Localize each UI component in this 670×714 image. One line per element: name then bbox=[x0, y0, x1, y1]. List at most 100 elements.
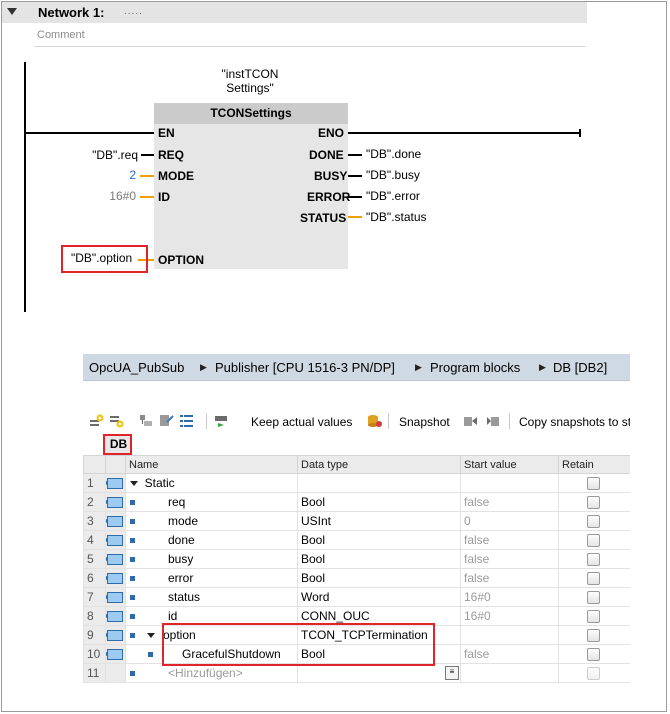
table-row[interactable]: 7 status Word 16#0 bbox=[83, 587, 630, 607]
breadcrumb-program-blocks[interactable]: Program blocks bbox=[430, 360, 520, 375]
param-mode[interactable]: 2 bbox=[60, 168, 136, 182]
instance-db-name[interactable]: "instTCON Settings" bbox=[200, 67, 300, 95]
pin-mode[interactable]: MODE bbox=[158, 169, 194, 183]
retain-checkbox[interactable] bbox=[587, 629, 600, 643]
network-title-placeholder[interactable]: ..... bbox=[124, 6, 143, 17]
retain-checkbox[interactable] bbox=[587, 648, 600, 662]
row-name[interactable]: done bbox=[168, 533, 195, 547]
row-data-type[interactable]: Word bbox=[297, 587, 461, 607]
type-picker-icon[interactable]: ≡ bbox=[445, 666, 459, 680]
retain-checkbox[interactable] bbox=[587, 610, 600, 624]
header-row-number bbox=[83, 455, 106, 474]
keep-actual-values-button[interactable]: Keep actual values bbox=[251, 415, 352, 429]
monitor-glasses-icon[interactable] bbox=[214, 414, 229, 428]
list-view-icon[interactable] bbox=[179, 414, 194, 428]
param-id[interactable]: 16#0 bbox=[60, 189, 136, 203]
comment-placeholder: Comment bbox=[37, 29, 85, 41]
toolbar-separator bbox=[388, 413, 389, 429]
row-start-value[interactable] bbox=[460, 663, 559, 683]
row-start-value[interactable]: false bbox=[460, 549, 559, 569]
pin-req[interactable]: REQ bbox=[158, 148, 184, 162]
row-name[interactable]: Static bbox=[145, 476, 175, 490]
pin-eno[interactable]: ENO bbox=[318, 126, 344, 140]
row-start-value[interactable]: false bbox=[460, 492, 559, 512]
column-header-retain[interactable]: Retain bbox=[558, 455, 630, 474]
copy-snapshots-button[interactable]: Copy snapshots to st bbox=[519, 415, 630, 429]
row-name[interactable]: busy bbox=[168, 552, 193, 566]
network-comment[interactable]: Comment bbox=[34, 27, 586, 47]
collapse-arrow-icon[interactable] bbox=[130, 481, 138, 487]
row-start-value[interactable]: 16#0 bbox=[460, 587, 559, 607]
row-start-value[interactable] bbox=[460, 473, 559, 493]
param-status[interactable]: "DB".status bbox=[366, 210, 427, 224]
table-row[interactable]: 6 error Bool false bbox=[83, 568, 630, 588]
column-header-name[interactable]: Name bbox=[125, 455, 298, 474]
row-name[interactable]: id bbox=[168, 609, 177, 623]
pin-done[interactable]: DONE bbox=[309, 148, 344, 162]
network-header[interactable]: Network 1: ..... bbox=[2, 2, 587, 23]
pin-en[interactable]: EN bbox=[158, 126, 175, 140]
retain-checkbox[interactable] bbox=[587, 477, 600, 491]
table-row[interactable]: 2 req Bool false bbox=[83, 492, 630, 512]
row-start-value[interactable]: false bbox=[460, 644, 559, 664]
collapse-all-icon[interactable] bbox=[159, 414, 174, 428]
row-start-value[interactable]: 16#0 bbox=[460, 606, 559, 626]
retain-checkbox[interactable] bbox=[587, 534, 600, 548]
insert-row-icon[interactable] bbox=[89, 414, 104, 428]
pin-error[interactable]: ERROR bbox=[307, 190, 350, 204]
row-start-value[interactable]: false bbox=[460, 568, 559, 588]
column-header-start-value[interactable]: Start value bbox=[460, 455, 559, 474]
collapse-arrow-icon[interactable] bbox=[147, 633, 155, 639]
row-data-type[interactable]: ≡ bbox=[297, 663, 461, 683]
param-busy[interactable]: "DB".busy bbox=[366, 168, 420, 182]
row-marker-icon bbox=[130, 538, 135, 544]
breadcrumb-device[interactable]: Publisher [CPU 1516-3 PN/DP] bbox=[215, 360, 395, 375]
retain-checkbox[interactable] bbox=[587, 496, 600, 510]
column-header-data-type[interactable]: Data type bbox=[297, 455, 461, 474]
copy-start-values-icon[interactable] bbox=[486, 414, 501, 428]
retain-checkbox[interactable] bbox=[587, 572, 600, 586]
row-start-value[interactable]: false bbox=[460, 530, 559, 550]
table-row[interactable]: 1 Static bbox=[83, 473, 630, 493]
copy-snapshot-icon[interactable] bbox=[463, 414, 478, 428]
row-start-value[interactable]: 0 bbox=[460, 511, 559, 531]
param-req[interactable]: "DB".req bbox=[60, 148, 138, 162]
retain-checkbox[interactable] bbox=[587, 515, 600, 529]
retain-checkbox[interactable] bbox=[587, 667, 600, 681]
row-data-type[interactable]: USInt bbox=[297, 511, 461, 531]
breadcrumb-project[interactable]: OpcUA_PubSub bbox=[89, 360, 184, 375]
pin-busy[interactable]: BUSY bbox=[314, 169, 347, 183]
database-snapshot-icon[interactable] bbox=[367, 414, 382, 428]
pin-status[interactable]: STATUS bbox=[300, 211, 346, 225]
add-row-icon[interactable] bbox=[109, 414, 124, 428]
breadcrumb-db[interactable]: DB [DB2] bbox=[553, 360, 607, 375]
table-row-add-new[interactable]: 11 <Hinzufügen> ≡ bbox=[83, 663, 630, 683]
table-row[interactable]: 5 busy Bool false bbox=[83, 549, 630, 569]
retain-checkbox[interactable] bbox=[587, 591, 600, 605]
table-row[interactable]: 4 done Bool false bbox=[83, 530, 630, 550]
pin-option[interactable]: OPTION bbox=[158, 253, 204, 267]
row-data-type[interactable] bbox=[297, 473, 461, 493]
snapshot-button[interactable]: Snapshot bbox=[399, 415, 450, 429]
power-rail bbox=[24, 62, 26, 312]
param-error[interactable]: "DB".error bbox=[366, 189, 420, 203]
row-start-value[interactable] bbox=[460, 625, 559, 645]
add-new-placeholder[interactable]: <Hinzufügen> bbox=[168, 666, 243, 680]
retain-checkbox[interactable] bbox=[587, 553, 600, 567]
param-done[interactable]: "DB".done bbox=[366, 147, 421, 161]
row-data-type[interactable]: Bool bbox=[297, 530, 461, 550]
row-name[interactable]: error bbox=[168, 571, 193, 585]
row-data-type[interactable]: Bool bbox=[297, 492, 461, 512]
row-name[interactable]: status bbox=[168, 590, 200, 604]
row-name[interactable]: req bbox=[168, 495, 185, 509]
row-data-type[interactable]: Bool bbox=[297, 549, 461, 569]
variable-icon bbox=[106, 554, 123, 566]
row-name[interactable]: mode bbox=[168, 514, 198, 528]
row-data-type[interactable]: Bool bbox=[297, 568, 461, 588]
collapse-arrow-icon[interactable] bbox=[7, 8, 17, 15]
table-row[interactable]: 3 mode USInt 0 bbox=[83, 511, 630, 531]
row-marker-icon bbox=[130, 595, 135, 601]
expand-all-icon[interactable] bbox=[139, 414, 154, 428]
db-editor-window: OpcUA_PubSub ▶ Publisher [CPU 1516-3 PN/… bbox=[83, 354, 630, 699]
pin-id[interactable]: ID bbox=[158, 190, 170, 204]
